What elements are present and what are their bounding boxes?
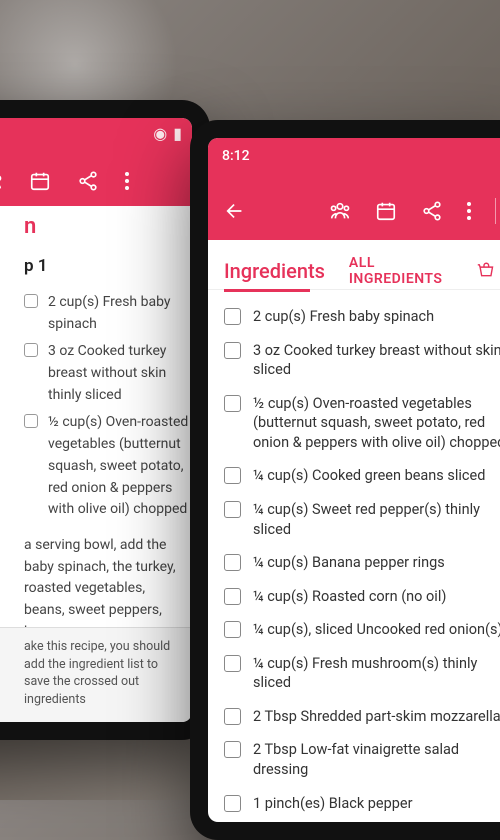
back-section-title: n bbox=[0, 206, 192, 246]
ingredient-list: 2 cup(s) Fresh baby spinach 3 oz Cooked … bbox=[208, 292, 500, 822]
list-item[interactable]: 2 Tbsp Low-fat vinaigrette salad dressin… bbox=[224, 733, 500, 786]
back-status-icons: ◉ ▮ bbox=[153, 124, 182, 143]
front-appbar: 8:12 bbox=[208, 138, 500, 240]
background-tablet: ◉ ▮ n p 1 2 cup(s) Fresh baby spinach 3 … bbox=[0, 100, 210, 740]
back-ingredient-text: ½ cup(s) Oven-roasted vegetables (butter… bbox=[48, 412, 192, 520]
calendar-icon[interactable] bbox=[29, 170, 51, 192]
signal-icon: ▮ bbox=[173, 124, 182, 143]
back-ingredient-line: 3 oz Cooked turkey breast without skin t… bbox=[24, 341, 192, 406]
wifi-icon: ◉ bbox=[153, 124, 167, 143]
checkbox-icon[interactable] bbox=[224, 588, 241, 605]
list-item[interactable]: 3 oz Cooked turkey breast without skin s… bbox=[224, 334, 500, 387]
foreground-tablet: 8:12 Ingredients ALL INGREDIENTS 2 cup(s… bbox=[190, 120, 500, 840]
ingredient-text: ½ cup(s) Oven-roasted vegetables (butter… bbox=[253, 394, 500, 453]
ingredient-text: ¼ cup(s) Banana pepper rings bbox=[253, 553, 500, 573]
front-screen: 8:12 Ingredients ALL INGREDIENTS 2 cup(s… bbox=[208, 138, 500, 822]
back-ingredient-line: ½ cup(s) Oven-roasted vegetables (butter… bbox=[24, 412, 192, 520]
list-item[interactable]: ¼ cup(s) Sweet red pepper(s) thinly slic… bbox=[224, 493, 500, 546]
checkbox-icon[interactable] bbox=[224, 708, 241, 725]
list-item[interactable]: ¼ cup(s) Cooked green beans sliced bbox=[224, 459, 500, 493]
list-item[interactable]: 1 pinch(es) Black pepper bbox=[224, 787, 500, 821]
list-item[interactable]: 2 Tbsp Shredded part-skim mozzarella bbox=[224, 700, 500, 734]
cart-icon[interactable] bbox=[477, 260, 496, 282]
share-icon[interactable] bbox=[421, 200, 443, 222]
calendar-icon[interactable] bbox=[375, 200, 397, 222]
checkbox-icon[interactable] bbox=[224, 554, 241, 571]
back-ingredient-line: 2 cup(s) Fresh baby spinach bbox=[24, 292, 192, 335]
divider bbox=[495, 198, 496, 224]
ingredient-text: 1 pinch(es) Black pepper bbox=[253, 794, 500, 814]
checkbox-icon[interactable] bbox=[224, 741, 241, 758]
back-ingredient-text: 3 oz Cooked turkey breast without skin t… bbox=[48, 341, 192, 406]
list-item[interactable]: ¼ cup(s), sliced Uncooked red onion(s) bbox=[224, 613, 500, 647]
back-content: 2 cup(s) Fresh baby spinach 3 oz Cooked … bbox=[0, 286, 192, 627]
people-icon[interactable] bbox=[0, 170, 3, 192]
list-item[interactable]: 2 cup(s) Fresh baby spinach bbox=[224, 300, 500, 334]
ingredient-text: 3 oz Cooked turkey breast without skin s… bbox=[253, 341, 500, 380]
checkbox-icon[interactable] bbox=[224, 467, 241, 484]
back-ingredient-text: 2 cup(s) Fresh baby spinach bbox=[48, 292, 192, 335]
ingredient-text: 2 cup(s) Fresh baby spinach bbox=[253, 307, 500, 327]
tab-ingredients[interactable]: Ingredients bbox=[224, 259, 325, 283]
back-appbar: ◉ ▮ bbox=[0, 118, 192, 206]
list-item[interactable]: ¼ cup(s) Fresh mushroom(s) thinly sliced bbox=[224, 647, 500, 700]
checkbox-icon[interactable] bbox=[224, 501, 241, 518]
checkbox-icon[interactable] bbox=[224, 395, 241, 412]
back-arrow-icon[interactable] bbox=[224, 200, 246, 222]
share-icon[interactable] bbox=[77, 170, 99, 192]
checkbox-icon[interactable] bbox=[24, 294, 38, 308]
back-instructions-paragraph: a serving bowl, add the baby spinach, th… bbox=[24, 535, 192, 627]
checkbox-icon[interactable] bbox=[224, 795, 241, 812]
status-time: 8:12 bbox=[222, 148, 250, 164]
overflow-menu-icon[interactable] bbox=[467, 202, 471, 220]
back-step-heading: p 1 bbox=[0, 246, 192, 286]
tabs-row: Ingredients ALL INGREDIENTS bbox=[208, 240, 500, 290]
ingredient-text: 2 Tbsp Shredded part-skim mozzarella bbox=[253, 707, 500, 727]
checkbox-icon[interactable] bbox=[24, 414, 38, 428]
ingredient-text: ¼ cup(s) Fresh mushroom(s) thinly sliced bbox=[253, 654, 500, 693]
checkbox-icon[interactable] bbox=[224, 342, 241, 359]
tab-all-ingredients[interactable]: ALL INGREDIENTS bbox=[349, 255, 453, 287]
checkbox-icon[interactable] bbox=[224, 655, 241, 672]
people-icon[interactable] bbox=[329, 200, 351, 222]
overflow-menu-icon[interactable] bbox=[125, 172, 129, 190]
ingredient-text: ¼ cup(s) Sweet red pepper(s) thinly slic… bbox=[253, 500, 500, 539]
checkbox-icon[interactable] bbox=[224, 308, 241, 325]
checkbox-icon[interactable] bbox=[24, 343, 38, 357]
ingredient-text: ¼ cup(s) Cooked green beans sliced bbox=[253, 466, 500, 486]
list-item[interactable]: ¼ cup(s) Banana pepper rings bbox=[224, 546, 500, 580]
ingredient-text: ¼ cup(s) Roasted corn (no oil) bbox=[253, 587, 500, 607]
checkbox-icon[interactable] bbox=[224, 621, 241, 638]
list-item[interactable]: ½ cup(s) Oven-roasted vegetables (butter… bbox=[224, 387, 500, 460]
back-screen: ◉ ▮ n p 1 2 cup(s) Fresh baby spinach 3 … bbox=[0, 118, 192, 722]
ingredient-text: ¼ cup(s), sliced Uncooked red onion(s) bbox=[253, 620, 500, 640]
back-footer-hint: ake this recipe, you should add the ingr… bbox=[0, 627, 192, 722]
ingredient-text: 2 Tbsp Low-fat vinaigrette salad dressin… bbox=[253, 740, 500, 779]
list-item[interactable]: ¼ cup(s) Roasted corn (no oil) bbox=[224, 580, 500, 614]
